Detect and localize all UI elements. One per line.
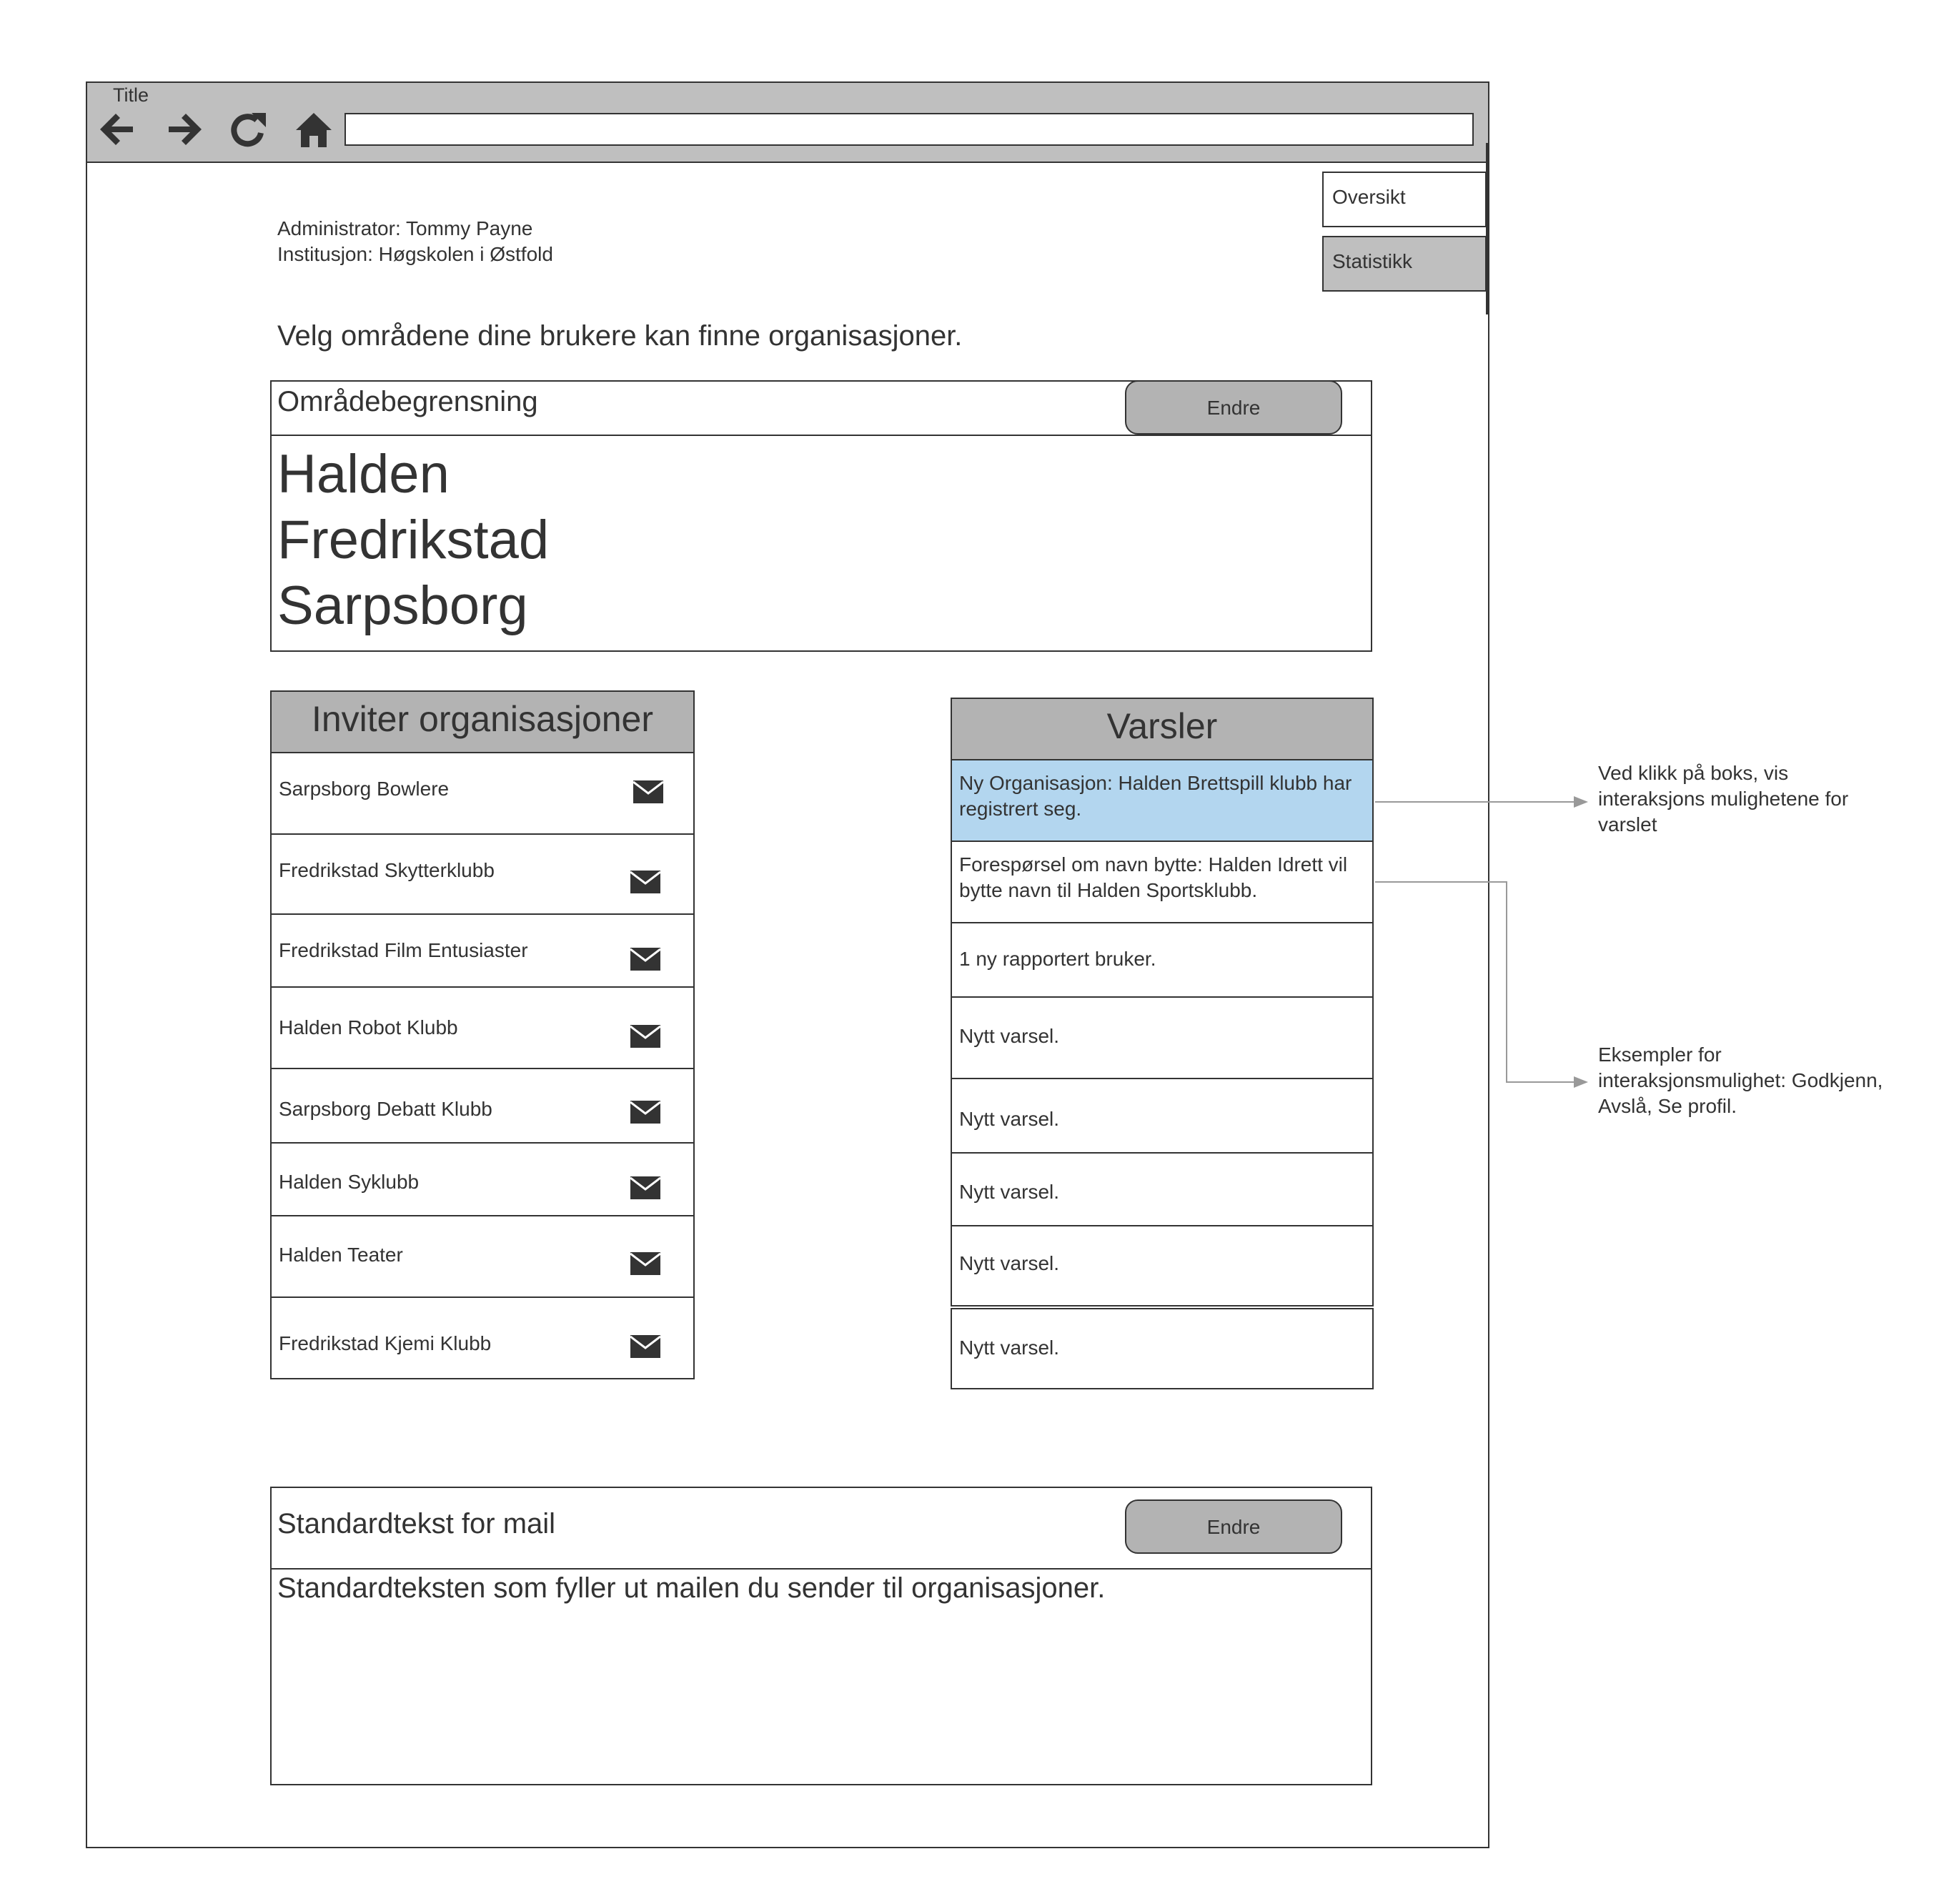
mail-icon[interactable] [630, 1101, 660, 1124]
area-item: Sarpsborg [277, 575, 528, 636]
mail-icon[interactable] [633, 780, 663, 803]
area-item: Fredrikstad [277, 510, 550, 570]
mail-text-body[interactable]: Standardteksten som fyller ut mailen du … [277, 1572, 1105, 1605]
mail-text-title: Standardtekst for mail [277, 1508, 556, 1539]
institution-label: Institusjon: Høgskolen i Østfold [277, 243, 553, 265]
mail-icon[interactable] [630, 1252, 660, 1275]
notification-item[interactable]: 1 ny rapportert bruker. [951, 922, 1374, 998]
refresh-icon[interactable] [227, 107, 269, 152]
area-item: Halden [277, 444, 450, 505]
tab-statistikk[interactable]: Statistikk [1322, 236, 1487, 292]
org-name: Fredrikstad Skytterklubb [279, 859, 495, 881]
org-name: Fredrikstad Film Entusiaster [279, 939, 528, 961]
invite-row[interactable]: Halden Syklubb [270, 1142, 695, 1216]
invite-row[interactable]: Halden Robot Klubb [270, 986, 695, 1069]
area-restriction-title: Områdebegrensning [277, 386, 538, 417]
notification-item[interactable]: Nytt varsel. [951, 996, 1374, 1079]
tab-oversikt[interactable]: Oversikt [1322, 172, 1487, 227]
mail-edit-button[interactable]: Endre [1125, 1499, 1342, 1554]
notification-item-highlighted[interactable]: Ny Organisasjon: Halden Brettspill klubb… [951, 759, 1374, 842]
notifications-panel-title: Varsler [951, 698, 1374, 760]
invite-panel-title: Inviter organisasjoner [270, 690, 695, 753]
org-name: Sarpsborg Debatt Klubb [279, 1098, 492, 1120]
org-name: Halden Syklubb [279, 1171, 420, 1193]
mail-icon[interactable] [630, 1176, 660, 1199]
annotation-click-note: Ved klikk på boks, vis interaksjons muli… [1598, 762, 1849, 836]
mail-icon[interactable] [630, 948, 660, 971]
invite-row[interactable]: Halden Teater [270, 1215, 695, 1298]
notification-item[interactable]: Nytt varsel. [951, 1308, 1374, 1389]
mail-icon[interactable] [630, 871, 660, 893]
mail-icon[interactable] [630, 1025, 660, 1048]
administrator-label: Administrator: Tommy Payne [277, 217, 533, 239]
back-arrow-icon[interactable] [96, 107, 137, 152]
notification-item[interactable]: Forespørsel om navn bytte: Halden Idrett… [951, 841, 1374, 923]
admin-info: Administrator: Tommy Payne Institusjon: … [277, 216, 553, 267]
invite-row[interactable]: Sarpsborg Bowlere [270, 752, 695, 835]
invite-row[interactable]: Sarpsborg Debatt Klubb [270, 1068, 695, 1144]
url-bar[interactable] [344, 113, 1474, 146]
home-icon[interactable] [293, 107, 334, 152]
forward-arrow-icon[interactable] [164, 107, 206, 152]
area-edit-button[interactable]: Endre [1125, 380, 1342, 435]
area-list: Halden Fredrikstad Sarpsborg [277, 442, 549, 639]
window-title: Title [113, 84, 149, 106]
annotation-connectors [1375, 796, 1588, 1088]
notification-item[interactable]: Nytt varsel. [951, 1152, 1374, 1226]
invite-row[interactable]: Fredrikstad Film Entusiaster [270, 913, 695, 988]
annotation-examples-note: Eksempler for interaksjonsmulighet: Godk… [1598, 1043, 1883, 1117]
org-name: Halden Teater [279, 1244, 403, 1266]
invite-row[interactable]: Fredrikstad Skytterklubb [270, 833, 695, 915]
notification-item[interactable]: Nytt varsel. [951, 1225, 1374, 1306]
org-name: Halden Robot Klubb [279, 1016, 458, 1038]
invite-row[interactable]: Fredrikstad Kjemi Klubb [270, 1296, 695, 1379]
org-name: Sarpsborg Bowlere [279, 778, 450, 800]
page-heading: Velg områdene dine brukere kan finne org… [277, 320, 963, 352]
notification-item[interactable]: Nytt varsel. [951, 1078, 1374, 1154]
mail-icon[interactable] [630, 1335, 660, 1358]
org-name: Fredrikstad Kjemi Klubb [279, 1332, 492, 1354]
